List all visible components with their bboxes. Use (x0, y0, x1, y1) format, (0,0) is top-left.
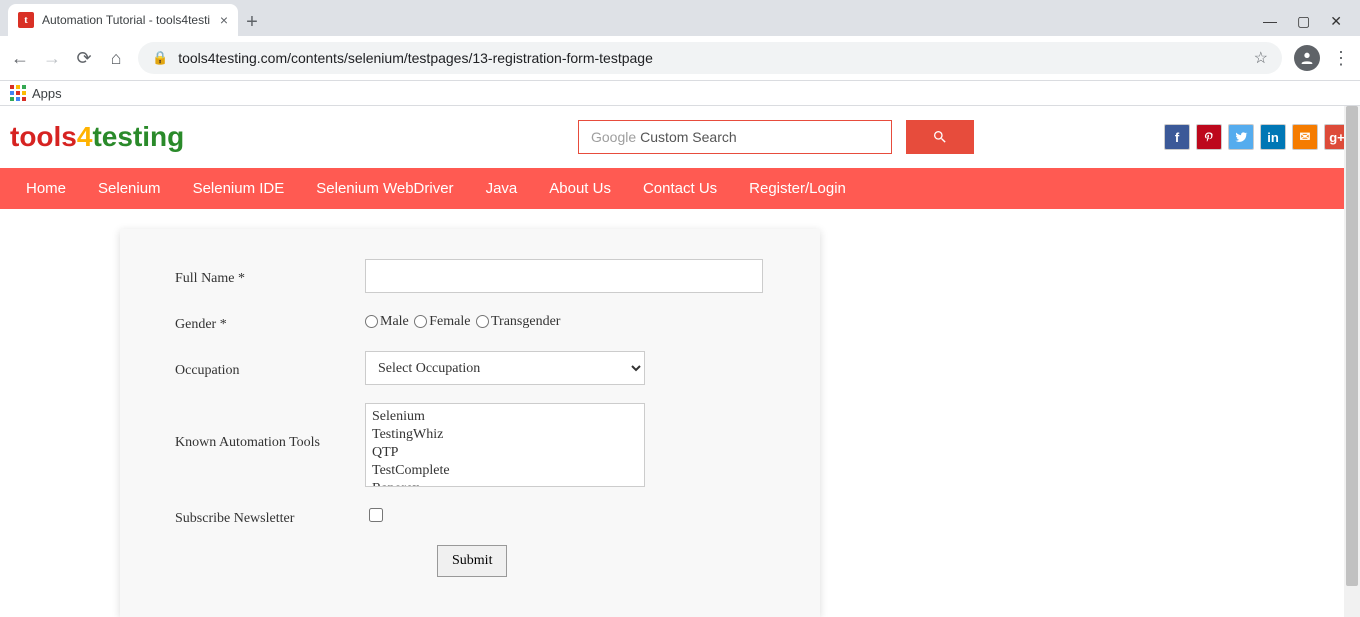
browser-tab[interactable]: t Automation Tutorial - tools4testi × (8, 4, 238, 36)
gender-female-label[interactable]: Female (429, 314, 470, 329)
tools-label: Known Automation Tools (175, 403, 365, 451)
tools-listbox[interactable]: Selenium TestingWhiz QTP TestComplete Ra… (365, 403, 645, 487)
tool-option[interactable]: TestingWhiz (372, 426, 638, 444)
gender-transgender-label[interactable]: Transgender (491, 314, 560, 329)
browser-tab-strip: t Automation Tutorial - tools4testi × + … (0, 0, 1360, 36)
new-tab-button[interactable]: + (238, 8, 266, 36)
gender-female-radio[interactable] (414, 315, 427, 328)
search-placeholder: Custom Search (640, 129, 736, 145)
tab-close-icon[interactable]: × (220, 12, 228, 28)
omnibox[interactable]: 🔒 tools4testing.com/contents/selenium/te… (138, 42, 1282, 74)
reload-icon[interactable]: ⟳ (74, 48, 94, 69)
lock-icon: 🔒 (152, 50, 168, 66)
gender-transgender-radio[interactable] (476, 315, 489, 328)
social-links: f in ✉ g+ (1164, 124, 1350, 150)
apps-label[interactable]: Apps (32, 86, 62, 101)
registration-form: Full Name * Gender * Male Female Transge… (120, 229, 820, 617)
gender-male-label[interactable]: Male (380, 314, 409, 329)
nav-java[interactable]: Java (470, 168, 534, 209)
search-button[interactable] (906, 120, 974, 154)
search-input[interactable]: Google Custom Search (578, 120, 892, 154)
tool-option[interactable]: Ranorex (372, 480, 638, 487)
gender-male-radio[interactable] (365, 315, 378, 328)
nav-about[interactable]: About Us (533, 168, 627, 209)
close-icon[interactable]: ✕ (1330, 13, 1342, 30)
newsletter-checkbox[interactable] (369, 508, 383, 522)
profile-icon[interactable] (1294, 45, 1320, 71)
nav-selenium[interactable]: Selenium (82, 168, 177, 209)
nav-selenium-ide[interactable]: Selenium IDE (177, 168, 301, 209)
occupation-label: Occupation (175, 357, 365, 379)
nav-home[interactable]: Home (10, 168, 82, 209)
tab-title: Automation Tutorial - tools4testi (42, 13, 214, 27)
page: tools4testing Google Custom Search f in … (0, 106, 1360, 617)
search-wrap: Google Custom Search (578, 120, 974, 154)
nav-selenium-webdriver[interactable]: Selenium WebDriver (300, 168, 469, 209)
mail-icon[interactable]: ✉ (1292, 124, 1318, 150)
kebab-menu-icon[interactable]: ⋮ (1332, 48, 1350, 69)
tool-option[interactable]: TestComplete (372, 462, 638, 480)
gender-label: Gender * (175, 311, 365, 333)
pinterest-icon[interactable] (1196, 124, 1222, 150)
tab-favicon: t (18, 12, 34, 28)
minimize-icon[interactable]: — (1263, 13, 1277, 30)
facebook-icon[interactable]: f (1164, 124, 1190, 150)
newsletter-label: Subscribe Newsletter (175, 505, 365, 527)
search-provider-label: Google (591, 129, 636, 145)
window-controls: — ▢ ✕ (1263, 13, 1352, 36)
page-scrollbar[interactable] (1344, 106, 1360, 617)
linkedin-icon[interactable]: in (1260, 124, 1286, 150)
site-logo[interactable]: tools4testing (10, 121, 184, 153)
scrollbar-thumb[interactable] (1346, 106, 1358, 586)
maximize-icon[interactable]: ▢ (1297, 13, 1310, 30)
omnibox-url: tools4testing.com/contents/selenium/test… (178, 50, 1253, 66)
star-icon[interactable]: ☆ (1254, 48, 1268, 68)
forward-icon[interactable]: → (42, 48, 62, 69)
back-icon[interactable]: ← (10, 48, 30, 69)
nav-register[interactable]: Register/Login (733, 168, 862, 209)
submit-button[interactable]: Submit (437, 545, 507, 577)
tool-option[interactable]: QTP (372, 444, 638, 462)
main-nav: Home Selenium Selenium IDE Selenium WebD… (0, 168, 1360, 209)
full-name-label: Full Name * (175, 265, 365, 287)
tool-option[interactable]: Selenium (372, 408, 638, 426)
occupation-select[interactable]: Select Occupation (365, 351, 645, 385)
home-icon[interactable]: ⌂ (106, 48, 126, 69)
twitter-icon[interactable] (1228, 124, 1254, 150)
full-name-input[interactable] (365, 259, 763, 293)
bookmarks-bar: Apps (0, 81, 1360, 106)
browser-toolbar: ← → ⟳ ⌂ 🔒 tools4testing.com/contents/sel… (0, 36, 1360, 81)
nav-contact[interactable]: Contact Us (627, 168, 733, 209)
apps-icon[interactable] (10, 85, 26, 101)
search-icon (932, 129, 948, 145)
content-area: Full Name * Gender * Male Female Transge… (0, 209, 1360, 617)
page-header: tools4testing Google Custom Search f in … (0, 106, 1360, 168)
